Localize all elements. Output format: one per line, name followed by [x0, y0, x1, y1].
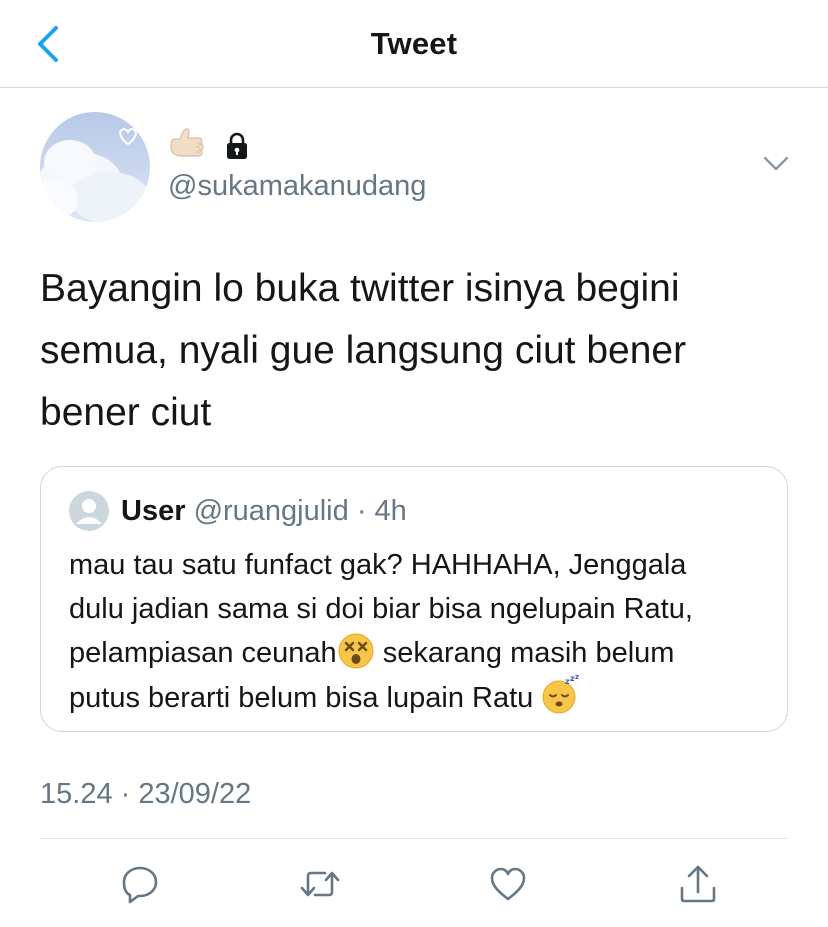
quoted-text-line: mau tau satu funfact gak? HAHHAHA, Jengg… — [69, 549, 687, 581]
author-handle[interactable]: @sukamakanudang — [168, 170, 426, 203]
dizzy-face-emoji — [338, 633, 374, 669]
quoted-author-handle: @ruangjulid — [193, 495, 349, 527]
default-avatar-icon — [69, 491, 109, 531]
sleeping-face-emoji: zzz — [542, 675, 579, 714]
lock-icon — [227, 132, 247, 159]
author-avatar[interactable] — [40, 112, 150, 222]
retweet-icon — [300, 871, 340, 897]
quoted-text-segment: sekarang masih belum — [374, 637, 675, 669]
quoted-author-name: User — [121, 495, 186, 527]
top-bar: Tweet — [0, 0, 828, 88]
tweet-text: Bayangin lo buka twitter isinya begini s… — [40, 258, 800, 444]
separator-dot: · — [348, 495, 375, 527]
divider — [40, 838, 788, 839]
share-icon — [680, 865, 716, 903]
tweet-text-line: semua, nyali gue langsung ciut bener — [40, 329, 687, 372]
share-button[interactable] — [676, 862, 720, 906]
retweet-button[interactable] — [298, 862, 342, 906]
reply-icon — [122, 866, 158, 904]
reply-button[interactable] — [118, 862, 162, 906]
tweet-text-line: bener ciut — [40, 391, 212, 434]
page-title: Tweet — [370, 26, 458, 61]
like-icon — [490, 867, 526, 901]
quoted-text-segment: putus berarti belum bisa lupain Ratu — [69, 682, 542, 714]
quoted-tweet[interactable]: User @ruangjulid · 4h mau tau satu funfa… — [40, 466, 788, 732]
quoted-text-line: pelampiasan ceunah sekarang masih belum — [69, 631, 769, 675]
more-options-button[interactable] — [762, 154, 790, 174]
quoted-text-line: dulu jadian sama si doi biar bisa ngelup… — [69, 593, 693, 625]
quoted-text-segment: pelampiasan ceunah — [69, 637, 337, 669]
svg-text:z: z — [575, 675, 579, 681]
quoted-tweet-header: User @ruangjulid · 4h — [121, 493, 407, 529]
avatar-image — [40, 112, 150, 222]
tweet-text-line: Bayangin lo buka twitter isinya begini — [40, 267, 680, 310]
like-button[interactable] — [486, 862, 530, 906]
quoted-tweet-age: 4h — [374, 495, 407, 527]
chevron-down-icon — [763, 156, 789, 171]
call-me-hand-emoji — [170, 128, 204, 157]
tweet-timestamp[interactable]: 15.24 · 23/09/22 — [40, 778, 251, 811]
quoted-tweet-text: mau tau satu funfact gak? HAHHAHA, Jengg… — [69, 543, 769, 720]
quoted-text-line: putus berarti belum bisa lupain Ratu zzz — [69, 675, 769, 720]
author-name[interactable] — [168, 128, 252, 164]
